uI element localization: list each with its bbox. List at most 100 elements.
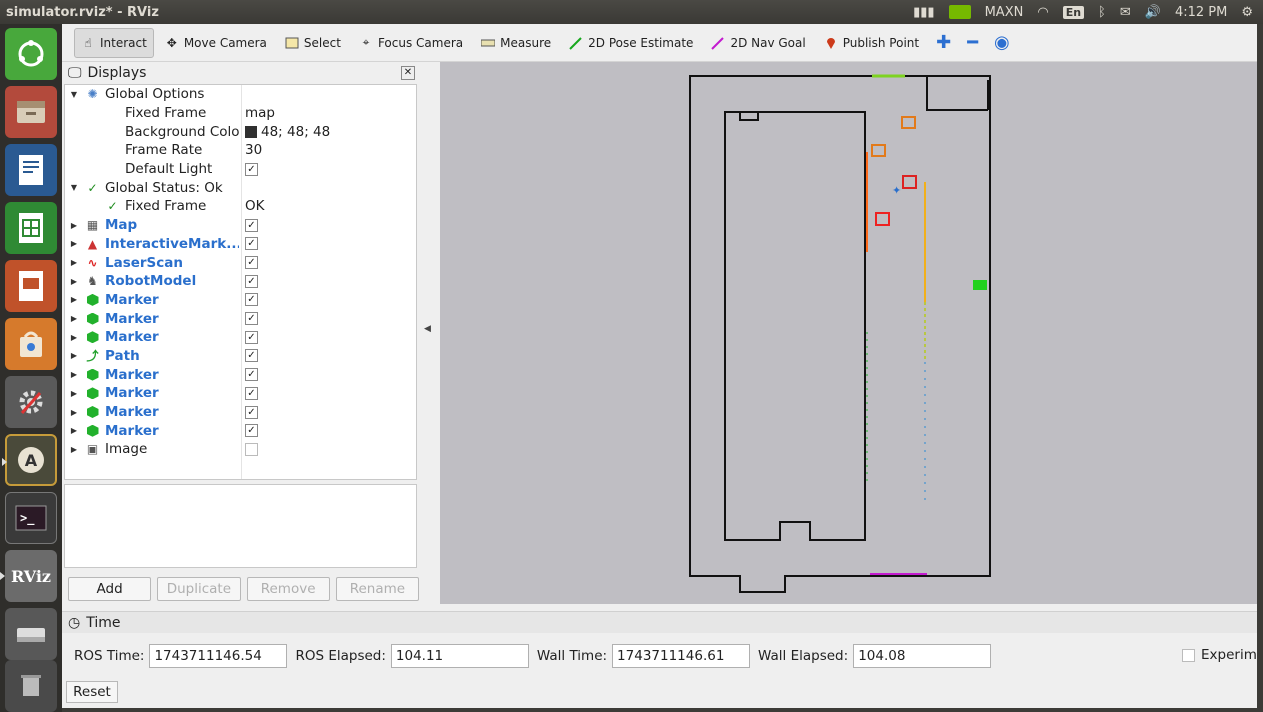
measure-tool[interactable]: Measure [474,28,558,58]
display-row[interactable]: ✓ Fixed Frame OK [65,197,416,216]
nvidia-icon[interactable] [948,5,971,19]
drive-icon[interactable] [5,608,57,660]
display-row-value[interactable]: ✓ [245,218,258,232]
power-mode-label[interactable]: MAXN [985,5,1024,20]
2d-pose-estimate-tool[interactable]: 2D Pose Estimate [562,28,700,58]
display-row[interactable]: Fixed Frame map [65,104,416,123]
display-row-value[interactable]: ✓ [245,312,258,326]
add-tool-button[interactable]: ✚ [930,28,957,58]
display-row[interactable]: ▶ Marker ✓ [65,365,416,384]
experimental-checkbox[interactable] [1182,648,1195,662]
display-row[interactable]: ▶ Marker ✓ [65,421,416,440]
expand-arrow-right-icon[interactable]: ▶ [69,258,79,267]
ros-elapsed-field[interactable]: 104.11 [390,644,529,668]
display-row-value[interactable]: ✓ [245,256,258,270]
enabled-checkbox[interactable]: ✓ [245,293,258,307]
expand-arrow-right-icon[interactable]: ▶ [69,408,79,417]
enabled-checkbox[interactable]: ✓ [245,386,258,400]
render-viewport[interactable]: ✦ [440,62,1257,604]
display-row[interactable]: ▶ ⤴ Path ✓ [65,347,416,366]
duplicate-button[interactable]: Duplicate [157,577,241,601]
display-row[interactable]: ▶ ▣ Image [65,440,416,459]
enabled-checkbox[interactable]: ✓ [245,368,258,382]
expand-arrow-right-icon[interactable]: ▶ [69,389,79,398]
bluetooth-icon[interactable]: ᛒ [1098,5,1106,20]
volume-icon[interactable]: 🔊 [1145,5,1161,20]
display-row-value[interactable]: ✓ [245,386,258,400]
settings-gear-icon[interactable]: ⚙ [1241,5,1253,20]
display-row-value[interactable]: map [245,105,275,121]
publish-point-tool[interactable]: Publish Point [817,28,926,58]
terminal-icon[interactable]: >_ [5,492,57,544]
display-row[interactable]: ▶ Marker ✓ [65,309,416,328]
display-row[interactable]: ▶ ♞ RobotModel ✓ [65,272,416,291]
enabled-checkbox[interactable]: ✓ [245,424,258,438]
software-center-icon[interactable] [5,318,57,370]
display-row[interactable]: ▶ Marker ✓ [65,328,416,347]
expand-arrow-down-icon[interactable]: ▼ [69,183,79,192]
wifi-icon[interactable]: ◠ [1037,5,1048,20]
display-row-value[interactable]: ✓ [245,237,258,251]
remove-tool-button[interactable]: ━ [961,28,984,58]
collapse-panel-handle[interactable]: ◀ [424,324,431,334]
clock[interactable]: 4:12 PM [1175,5,1227,20]
display-row-value[interactable]: ✓ [245,368,258,382]
display-row-value[interactable]: ✓ [245,293,258,307]
display-row-value[interactable]: ✓ [245,330,258,344]
display-row[interactable]: ▶ Marker ✓ [65,403,416,422]
software-updater-icon[interactable]: A [2,434,57,486]
ros-time-field[interactable]: 1743711146.54 [149,644,288,668]
impress-icon[interactable] [5,260,57,312]
reset-button[interactable]: Reset [66,681,118,703]
display-row-value[interactable]: ✓ [245,405,258,419]
expand-arrow-right-icon[interactable]: ▶ [69,333,79,342]
expand-arrow-right-icon[interactable]: ▶ [69,277,79,286]
displays-tree[interactable]: ▼ ✺ Global Options Fixed Frame map Background… [64,84,417,480]
display-row-value[interactable]: ✓ [245,274,258,288]
display-row[interactable]: Frame Rate 30 [65,141,416,160]
display-row[interactable]: ▶ ∿ LaserScan ✓ [65,253,416,272]
expand-arrow-down-icon[interactable]: ▼ [69,90,79,99]
network-monitor-icon[interactable]: ▮▮▮ [913,5,934,20]
display-row-value[interactable]: OK [245,198,264,214]
expand-arrow-right-icon[interactable]: ▶ [69,295,79,304]
writer-icon[interactable] [5,144,57,196]
display-row-value[interactable]: ✓ [245,349,258,363]
rviz-launcher-icon[interactable]: RViz [0,550,57,602]
wall-time-field[interactable]: 1743711146.61 [612,644,751,668]
select-tool[interactable]: Select [278,28,348,58]
view-options-button[interactable]: ◉ [988,28,1016,58]
expand-arrow-right-icon[interactable]: ▶ [69,221,79,230]
files-icon[interactable] [5,86,57,138]
enabled-checkbox[interactable]: ✓ [245,312,258,326]
enabled-checkbox[interactable] [245,442,258,456]
system-settings-icon[interactable] [5,376,57,428]
enabled-checkbox[interactable]: ✓ [245,405,258,419]
move-camera-tool[interactable]: ✥ Move Camera [158,28,274,58]
display-row[interactable]: ▶ ▦ Map ✓ [65,216,416,235]
display-row-value[interactable]: ✓ [245,162,258,176]
display-row[interactable]: ▼ ✓ Global Status: Ok [65,178,416,197]
display-row-value[interactable] [245,442,258,456]
enabled-checkbox[interactable]: ✓ [245,237,258,251]
enabled-checkbox[interactable]: ✓ [245,256,258,270]
focus-camera-tool[interactable]: ⌖ Focus Camera [352,28,470,58]
enabled-checkbox[interactable]: ✓ [245,330,258,344]
display-row-value[interactable]: 30 [245,142,262,158]
enabled-checkbox[interactable]: ✓ [245,274,258,288]
wall-elapsed-field[interactable]: 104.08 [853,644,992,668]
display-row[interactable]: ▼ ✺ Global Options [65,85,416,104]
display-row[interactable]: ▶ Marker ✓ [65,291,416,310]
enabled-checkbox[interactable]: ✓ [245,162,258,176]
add-button[interactable]: Add [68,577,152,601]
expand-arrow-right-icon[interactable]: ▶ [69,239,79,248]
expand-arrow-right-icon[interactable]: ▶ [69,351,79,360]
display-row-value[interactable]: 48; 48; 48 [245,124,330,140]
experimental-toggle[interactable]: Experim [1182,647,1257,663]
trash-icon[interactable] [5,660,57,712]
display-row[interactable]: Background Color 48; 48; 48 [65,122,416,141]
expand-arrow-right-icon[interactable]: ▶ [69,445,79,454]
close-icon[interactable]: ✕ [401,66,415,80]
keyboard-layout-badge[interactable]: En [1062,5,1085,19]
remove-button[interactable]: Remove [246,577,330,601]
